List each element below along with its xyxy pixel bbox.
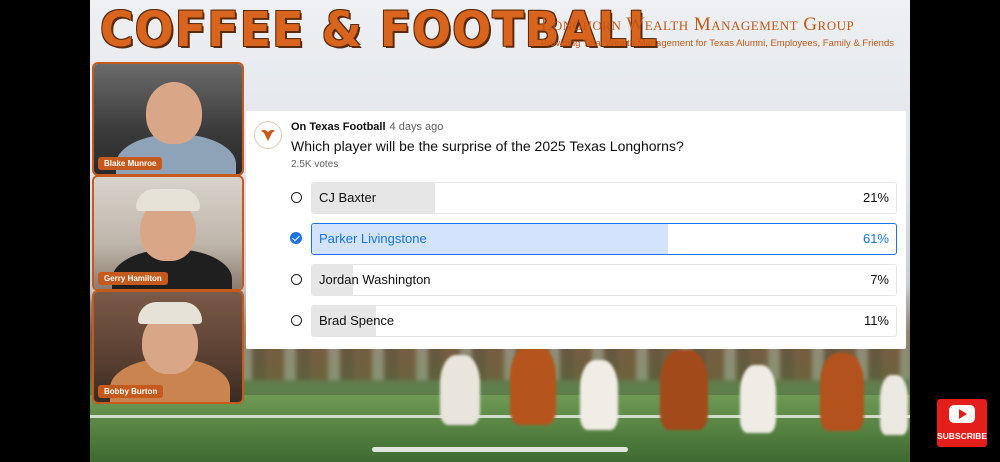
subscribe-label: SUBSCRIBE — [937, 431, 988, 441]
poll-option-bar[interactable]: CJ Baxter 21% — [311, 182, 897, 214]
poll-option-percent: 11% — [863, 313, 889, 328]
poll-option-label: Parker Livingstone — [319, 231, 427, 246]
poll-option-label: Jordan Washington — [319, 272, 431, 287]
radio-button-icon[interactable] — [291, 315, 302, 326]
checkmark-circle-icon[interactable] — [290, 232, 302, 244]
participant-video-gerry: Gerry Hamilton — [92, 175, 244, 291]
poll-option[interactable]: CJ Baxter 21% — [246, 182, 906, 214]
poll-option-percent: 61% — [862, 231, 889, 246]
participant-video-bobby: Bobby Burton — [92, 290, 244, 404]
poll-option-label: Brad Spence — [319, 313, 395, 328]
football-players-background — [420, 345, 910, 462]
poll-option[interactable]: Brad Spence 11% — [246, 305, 906, 337]
poll-question: Which player will be the surprise of the… — [291, 138, 684, 154]
radio-button-icon[interactable] — [291, 192, 302, 203]
poll-option-label: CJ Baxter — [319, 190, 377, 205]
sponsor-tagline: Providing Total Wealth Management for Te… — [540, 38, 894, 49]
poll-option-bar[interactable]: Brad Spence 11% — [311, 305, 897, 337]
poll-card: On Texas Football 4 days ago Which player… — [246, 111, 906, 349]
youtube-play-icon — [949, 405, 975, 423]
poll-channel-name[interactable]: On Texas Football — [291, 121, 386, 133]
home-indicator[interactable] — [372, 447, 628, 452]
sponsor-name: Longhorn Wealth Management Group — [540, 14, 855, 35]
participant-name-tag: Blake Munroe — [98, 157, 163, 170]
participant-video-blake: Blake Munroe — [92, 62, 244, 176]
poll-vote-count: 2.5K votes — [291, 159, 339, 170]
video-frame: COFFEE & FOOTBALL Longhorn Wealth Manage… — [90, 0, 910, 462]
poll-option-percent: 21% — [862, 190, 889, 205]
poll-option-bar[interactable]: Parker Livingstone 61% — [311, 223, 897, 255]
sponsor-banner: Longhorn Wealth Management Group Providi… — [541, 14, 894, 49]
participant-name-tag: Bobby Burton — [98, 385, 164, 398]
poll-option[interactable]: Jordan Washington 7% — [246, 264, 906, 296]
radio-button-icon[interactable] — [291, 274, 302, 285]
poll-channel-header: On Texas Football 4 days ago — [291, 121, 443, 133]
subscribe-button[interactable]: SUBSCRIBE — [937, 399, 987, 447]
poll-option[interactable]: Parker Livingstone 61% — [246, 223, 906, 255]
poll-timestamp: 4 days ago — [389, 121, 444, 133]
participant-name-tag: Gerry Hamilton — [98, 272, 168, 285]
poll-option-bar[interactable]: Jordan Washington 7% — [311, 264, 897, 296]
channel-logo-icon[interactable] — [254, 121, 282, 149]
poll-option-percent: 7% — [870, 272, 889, 287]
